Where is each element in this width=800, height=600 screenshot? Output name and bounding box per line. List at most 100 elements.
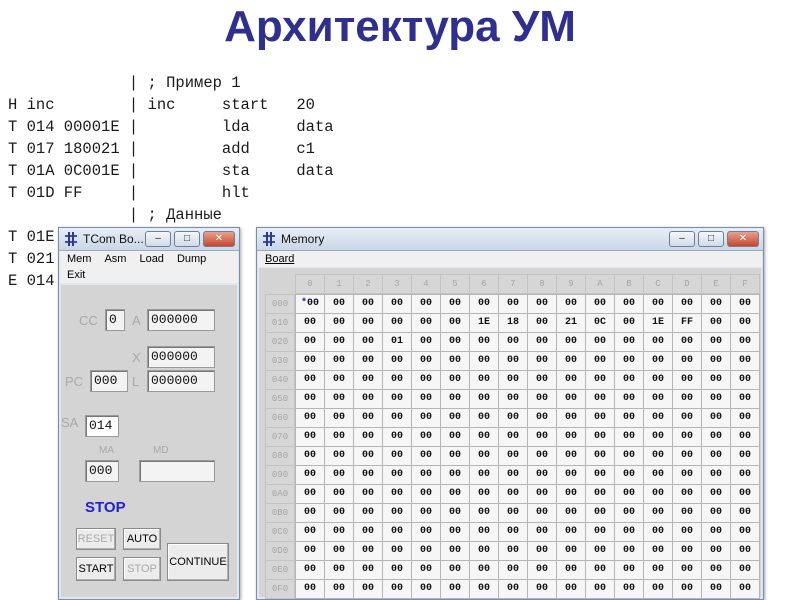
memory-cell[interactable]: 00 — [440, 351, 470, 371]
memory-cell[interactable]: 00 — [411, 370, 441, 390]
close-icon[interactable]: ✕ — [203, 231, 235, 247]
memory-cell[interactable]: 00 — [643, 389, 673, 409]
memory-cell[interactable]: 00 — [701, 560, 731, 580]
memory-cell[interactable]: 00 — [556, 484, 586, 504]
memory-cell[interactable]: 00 — [614, 541, 644, 561]
close-icon[interactable]: ✕ — [727, 231, 759, 247]
memory-cell[interactable]: 00 — [411, 446, 441, 466]
memory-cell[interactable]: 00 — [643, 560, 673, 580]
memory-cell[interactable]: 00 — [643, 351, 673, 371]
memory-cell[interactable]: 00 — [440, 503, 470, 523]
memory-cell[interactable]: 00 — [614, 370, 644, 390]
memory-cell[interactable]: 00 — [324, 522, 354, 542]
memory-cell[interactable]: 00 — [614, 351, 644, 371]
memory-cell[interactable]: 00 — [382, 579, 412, 599]
memory-cell[interactable]: 00 — [556, 408, 586, 428]
memory-cell[interactable]: FF — [672, 313, 702, 333]
memory-cell[interactable]: 00 — [440, 370, 470, 390]
memory-cell[interactable]: 00 — [353, 560, 383, 580]
memory-cell[interactable]: 00 — [556, 503, 586, 523]
memory-cell[interactable]: 00 — [556, 465, 586, 485]
memory-cell[interactable]: 00 — [585, 465, 615, 485]
memory-cell[interactable]: 00 — [469, 370, 499, 390]
memory-cell[interactable]: 00 — [411, 294, 441, 314]
reset-button[interactable]: RESET — [76, 528, 116, 550]
memory-cell[interactable]: 00 — [324, 313, 354, 333]
memory-cell[interactable]: 00 — [730, 484, 760, 504]
memory-cell[interactable]: 00 — [643, 408, 673, 428]
maximize-icon[interactable]: □ — [698, 231, 724, 247]
memory-cell[interactable]: 00 — [295, 332, 325, 352]
memory-cell[interactable]: 00 — [411, 332, 441, 352]
memory-cell[interactable]: 00 — [440, 579, 470, 599]
memory-cell[interactable]: 00 — [295, 541, 325, 561]
memory-cell[interactable]: 00 — [324, 294, 354, 314]
memory-cell[interactable]: 00 — [353, 446, 383, 466]
memory-cell[interactable]: 00 — [498, 294, 528, 314]
memory-cell[interactable]: 00 — [295, 408, 325, 428]
memory-cell[interactable]: 00 — [324, 332, 354, 352]
memory-cell[interactable]: 00 — [498, 560, 528, 580]
memory-cell[interactable]: 00 — [614, 465, 644, 485]
memory-cell[interactable]: 00 — [614, 446, 644, 466]
memory-cell[interactable]: 00 — [295, 389, 325, 409]
memory-cell[interactable]: 00 — [527, 427, 557, 447]
memory-cell[interactable]: 00 — [527, 522, 557, 542]
memory-cell[interactable]: 00 — [614, 294, 644, 314]
memory-cell[interactable]: 00 — [469, 294, 499, 314]
memory-cell[interactable]: 00 — [585, 503, 615, 523]
memory-cell[interactable]: 00 — [672, 427, 702, 447]
memory-cell[interactable]: 00 — [585, 389, 615, 409]
memory-cell[interactable]: 00 — [556, 446, 586, 466]
memory-cell[interactable]: 00 — [324, 541, 354, 561]
memory-cell[interactable]: 00 — [730, 446, 760, 466]
memory-cell[interactable]: 00 — [701, 427, 731, 447]
memory-cell[interactable]: 00 — [556, 560, 586, 580]
memory-cell[interactable]: 00 — [585, 579, 615, 599]
memory-cell[interactable]: 00 — [556, 294, 586, 314]
memory-cell[interactable]: 00 — [324, 408, 354, 428]
memory-cell[interactable]: 00 — [382, 427, 412, 447]
memory-cell[interactable]: 00 — [440, 427, 470, 447]
memory-cell[interactable]: 00 — [730, 427, 760, 447]
memory-cell[interactable]: 00 — [672, 541, 702, 561]
memory-cell[interactable]: 00 — [585, 408, 615, 428]
memory-cell[interactable]: 00 — [324, 351, 354, 371]
memory-cell[interactable]: 1E — [643, 313, 673, 333]
memory-cell[interactable]: 00 — [498, 389, 528, 409]
memory-cell[interactable]: 00 — [411, 427, 441, 447]
memory-cell[interactable]: 00 — [701, 370, 731, 390]
memory-cell[interactable]: 00 — [527, 484, 557, 504]
memory-cell[interactable]: 00 — [324, 389, 354, 409]
memory-cell[interactable]: 01 — [382, 332, 412, 352]
memory-cell[interactable]: 00 — [614, 313, 644, 333]
memory-cell[interactable]: 00 — [440, 332, 470, 352]
memory-cell[interactable]: 00 — [701, 313, 731, 333]
maximize-icon[interactable]: □ — [174, 231, 200, 247]
memory-cell[interactable]: 00 — [672, 446, 702, 466]
memory-cell[interactable]: 00 — [295, 370, 325, 390]
memory-cell[interactable]: 00 — [469, 332, 499, 352]
menu-board[interactable]: Board — [258, 251, 300, 267]
memory-cell[interactable]: 00 — [469, 560, 499, 580]
memory-cell[interactable]: 00 — [353, 332, 383, 352]
memory-cell[interactable]: 00 — [498, 351, 528, 371]
memory-cell[interactable]: 00 — [527, 560, 557, 580]
memory-cell[interactable]: 00 — [382, 408, 412, 428]
memory-cell[interactable]: 00 — [498, 541, 528, 561]
memory-cell[interactable]: 00 — [498, 408, 528, 428]
menu-exit[interactable]: Exit — [60, 267, 91, 283]
memory-cell[interactable]: 00 — [353, 370, 383, 390]
memory-cell[interactable]: 00 — [411, 560, 441, 580]
memory-cell[interactable]: 00 — [411, 408, 441, 428]
memory-cell[interactable]: 00 — [353, 541, 383, 561]
memory-cell[interactable]: 00 — [730, 294, 760, 314]
memory-cell[interactable]: 00 — [498, 484, 528, 504]
memory-cell[interactable]: 00 — [672, 579, 702, 599]
memory-cell[interactable]: 00 — [382, 294, 412, 314]
memory-cell[interactable]: 00 — [469, 465, 499, 485]
memory-cell[interactable]: 1E — [469, 313, 499, 333]
memory-cell[interactable]: 00 — [527, 503, 557, 523]
memory-cell[interactable]: 00 — [295, 560, 325, 580]
memory-cell[interactable]: 00 — [382, 503, 412, 523]
